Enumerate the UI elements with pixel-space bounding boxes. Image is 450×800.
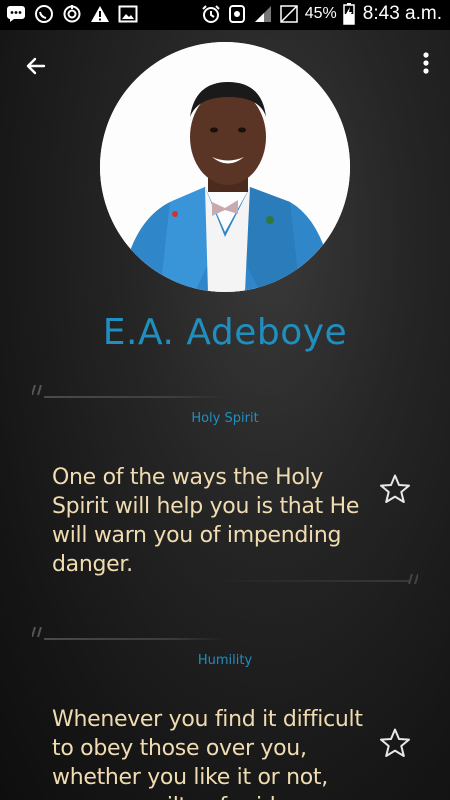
- author-avatar: [100, 42, 350, 292]
- quote-category[interactable]: Humility: [0, 653, 450, 668]
- battery-percent: 45%: [304, 5, 337, 22]
- divider-mark-icon: [408, 574, 418, 584]
- messages-icon: [6, 4, 26, 24]
- star-outline-icon: [379, 473, 411, 510]
- no-signal-icon: [279, 4, 299, 24]
- status-bar: 45% 8:43 a.m.: [0, 0, 450, 30]
- signal-icon: [253, 4, 273, 24]
- card-top-divider: [44, 638, 224, 640]
- author-portrait: [100, 42, 350, 292]
- screen: 45% 8:43 a.m. E.A. Adeboye Holy Spirit O…: [0, 0, 450, 800]
- sync-icon: [62, 4, 82, 24]
- notification-icons: [6, 4, 138, 24]
- battery-charging-icon: [343, 3, 355, 25]
- image-icon: [118, 4, 138, 24]
- quote-card: Humility Whenever you find it difficult …: [0, 622, 450, 800]
- author-name: E.A. Adeboye: [102, 312, 348, 353]
- alarm-icon: [201, 4, 221, 24]
- back-button[interactable]: [18, 50, 54, 86]
- star-outline-icon: [379, 727, 411, 764]
- quote-text: One of the ways the Holy Spirit will hel…: [52, 465, 360, 577]
- card-bottom-divider: [210, 580, 410, 582]
- system-icons: 45% 8:43 a.m.: [201, 3, 442, 25]
- quote-category[interactable]: Holy Spirit: [0, 411, 450, 426]
- card-top-divider: [44, 396, 224, 398]
- whatsapp-icon: [34, 4, 54, 24]
- quote-card: Holy Spirit One of the ways the Holy Spi…: [0, 380, 450, 610]
- warning-icon: [90, 4, 110, 24]
- clock: 8:43 a.m.: [362, 3, 442, 24]
- more-vert-icon: [423, 51, 429, 80]
- divider-mark-icon: [32, 627, 42, 637]
- data-saver-icon: [227, 4, 247, 24]
- divider-mark-icon: [32, 385, 42, 395]
- favorite-button[interactable]: [378, 474, 412, 508]
- quote-text: Whenever you find it difficult to obey t…: [52, 707, 363, 800]
- arrow-back-icon: [24, 54, 48, 83]
- favorite-button[interactable]: [378, 728, 412, 762]
- overflow-menu-button[interactable]: [416, 50, 436, 80]
